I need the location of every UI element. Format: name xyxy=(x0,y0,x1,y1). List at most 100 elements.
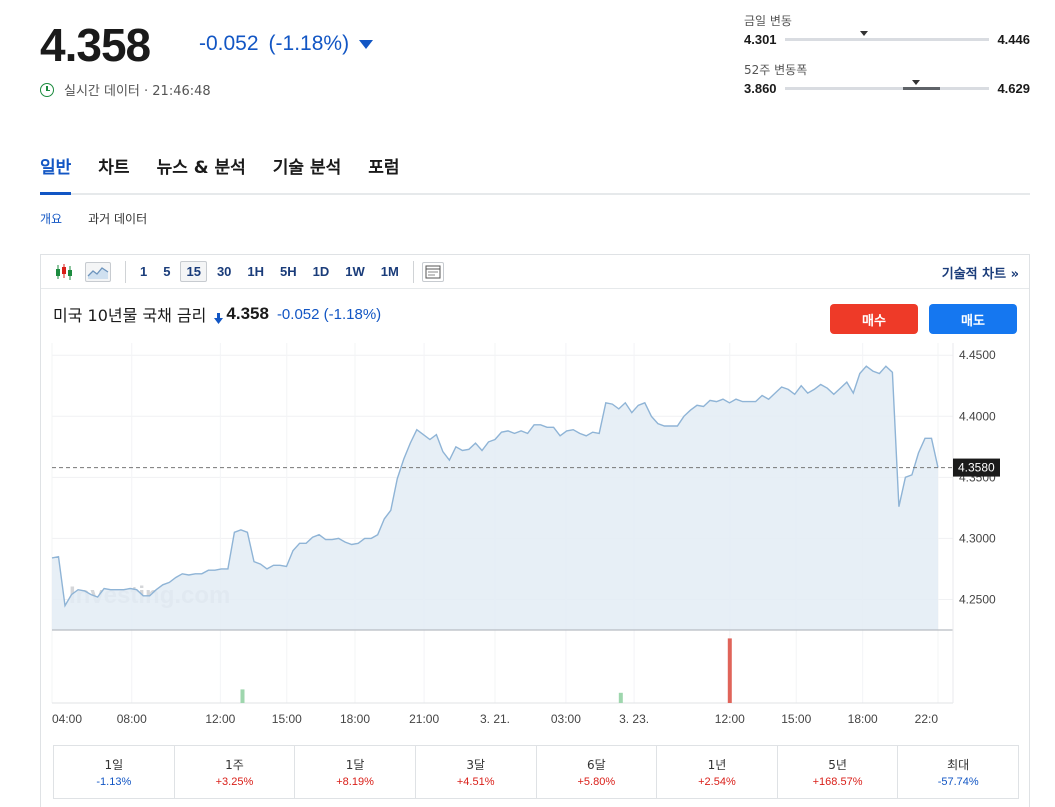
tab-chart[interactable]: 차트 xyxy=(98,150,129,193)
week52-range-high: 4.629 xyxy=(997,81,1030,96)
performance-cell[interactable]: 1주 +3.25% xyxy=(175,746,296,798)
performance-cell[interactable]: 5년 +168.57% xyxy=(778,746,899,798)
tab-forum[interactable]: 포럼 xyxy=(368,150,399,193)
interval-30[interactable]: 30 xyxy=(211,261,237,282)
interval-5h[interactable]: 5H xyxy=(274,261,303,282)
x-tick-label: 12:00 xyxy=(715,712,745,726)
performance-cell[interactable]: 1일 -1.13% xyxy=(54,746,175,798)
performance-value: +168.57% xyxy=(812,776,863,788)
performance-label: 3달 xyxy=(466,758,486,772)
layout-icon[interactable] xyxy=(421,261,444,282)
tab-overview[interactable]: 일반 xyxy=(40,150,72,195)
x-tick-label: 18:00 xyxy=(340,712,370,726)
interval-1h[interactable]: 1H xyxy=(241,261,270,282)
y-tick-label: 4.2500 xyxy=(959,592,996,606)
performance-value: -57.74% xyxy=(937,776,979,788)
performance-cell[interactable]: 1달 +8.19% xyxy=(295,746,416,798)
week52-range-low: 3.860 xyxy=(744,81,777,96)
day-range-marker xyxy=(860,31,869,36)
week52-range-label: 52주 변동폭 xyxy=(744,63,808,77)
interval-5[interactable]: 5 xyxy=(157,261,176,282)
x-tick-label: 08:00 xyxy=(117,712,147,726)
week52-range-fill xyxy=(903,87,941,90)
x-tick-label: 15:00 xyxy=(781,712,811,726)
volume-bar xyxy=(727,638,732,703)
week52-range-marker xyxy=(911,80,920,85)
performance-label: 1년 xyxy=(707,758,727,772)
performance-value: -1.13% xyxy=(96,776,132,788)
instrument-header: 미국 10년물 국채 금리 4.358 -0.052 (-1.18%) xyxy=(53,302,381,326)
interval-1d[interactable]: 1D xyxy=(307,261,336,282)
instrument-value: 4.358 xyxy=(226,304,269,323)
performance-cell[interactable]: 최대 -57.74% xyxy=(898,746,1018,798)
candlestick-icon[interactable] xyxy=(53,262,75,282)
x-tick-label: 04:00 xyxy=(52,712,82,726)
day-range-high: 4.446 xyxy=(997,32,1030,47)
area-chart-icon[interactable] xyxy=(85,261,111,282)
x-tick-label: 03:00 xyxy=(551,712,581,726)
performance-cell[interactable]: 1년 +2.54% xyxy=(657,746,778,798)
sub-tabs: 개요 과거 데이터 xyxy=(40,210,173,227)
performance-value: +3.25% xyxy=(215,776,254,788)
instrument-change-value: -0.052 xyxy=(276,305,320,323)
y-tick-label: 4.3000 xyxy=(959,531,996,545)
performance-value: +8.19% xyxy=(336,776,374,788)
day-range-label: 금일 변동 xyxy=(744,14,792,28)
tab-news[interactable]: 뉴스 & 분석 xyxy=(157,150,246,193)
day-range: 금일 변동 4.301 4.446 xyxy=(744,12,1030,47)
interval-1m[interactable]: 1M xyxy=(375,261,405,282)
performance-label: 6달 xyxy=(586,758,606,772)
buy-button[interactable]: 매수 xyxy=(830,304,918,334)
x-tick-label: 3. 21. xyxy=(480,712,510,726)
day-range-bar xyxy=(784,31,990,41)
toolbar-divider xyxy=(125,260,126,283)
last-price: 4.358 xyxy=(40,19,151,71)
arrow-down-icon xyxy=(214,309,224,324)
price-change: -0.052 (-1.18%) xyxy=(199,32,374,56)
interval-1[interactable]: 1 xyxy=(134,261,153,282)
subtab-overview[interactable]: 개요 xyxy=(40,210,62,227)
price-chart[interactable]: Investing.com4.45004.40004.35004.30004.2… xyxy=(41,335,1029,735)
chart-widget: 1 5 15 30 1H 5H 1D 1W 1M 기술적 차트 » 미국 10년… xyxy=(40,254,1030,807)
x-tick-label: 21:00 xyxy=(409,712,439,726)
week52-range-bar xyxy=(784,80,990,90)
performance-value: +4.51% xyxy=(456,776,495,788)
x-tick-label: 22:0 xyxy=(915,712,939,726)
technical-chart-link[interactable]: 기술적 차트 » xyxy=(942,263,1019,282)
x-tick-label: 15:00 xyxy=(272,712,302,726)
interval-1w[interactable]: 1W xyxy=(339,261,371,282)
performance-cell[interactable]: 6달 +5.80% xyxy=(537,746,658,798)
y-tick-label: 4.4000 xyxy=(959,409,996,423)
chart-toolbar: 1 5 15 30 1H 5H 1D 1W 1M 기술적 차트 » xyxy=(41,255,1029,289)
main-tabs: 일반 차트 뉴스 & 분석 기술 분석 포럼 xyxy=(40,150,1030,195)
performance-label: 1달 xyxy=(345,758,365,772)
x-tick-label: 18:00 xyxy=(848,712,878,726)
performance-label: 1주 xyxy=(225,758,244,772)
tab-technical[interactable]: 기술 분석 xyxy=(273,150,341,193)
performance-label: 최대 xyxy=(947,758,970,772)
realtime-status: 실시간 데이터 · 21:46:48 xyxy=(40,80,211,99)
sell-button[interactable]: 매도 xyxy=(929,304,1017,334)
caret-down-icon xyxy=(359,39,374,49)
volume-bar xyxy=(240,689,245,703)
change-percent: (-1.18%) xyxy=(268,32,350,55)
performance-cell[interactable]: 3달 +4.51% xyxy=(416,746,537,798)
realtime-label: 실시간 데이터 · 21:46:48 xyxy=(64,84,211,99)
instrument-name: 미국 10년물 국채 금리 xyxy=(53,306,207,325)
week52-range: 52주 변동폭 3.860 4.629 xyxy=(744,61,1030,96)
performance-value: +2.54% xyxy=(698,776,736,788)
performance-table: 1일 -1.13% 1주 +3.25% 1달 +8.19% 3달 +4.51% 6달 +5.80%… xyxy=(53,745,1019,799)
toolbar-divider xyxy=(412,260,414,283)
day-range-low: 4.301 xyxy=(744,32,777,47)
x-tick-label: 12:00 xyxy=(205,712,235,726)
subtab-historical[interactable]: 과거 데이터 xyxy=(88,210,147,227)
interval-15[interactable]: 15 xyxy=(180,261,207,282)
change-value: -0.052 xyxy=(199,32,259,55)
y-tick-label: 4.4500 xyxy=(959,348,996,362)
current-price-label: 4.3580 xyxy=(958,461,995,475)
volume-bar xyxy=(618,692,623,703)
instrument-change-pct: (-1.18%) xyxy=(323,305,382,323)
instrument-change: -0.052 (-1.18%) xyxy=(277,306,381,323)
x-tick-label: 3. 23. xyxy=(619,712,649,726)
performance-value: +5.80% xyxy=(577,776,616,788)
